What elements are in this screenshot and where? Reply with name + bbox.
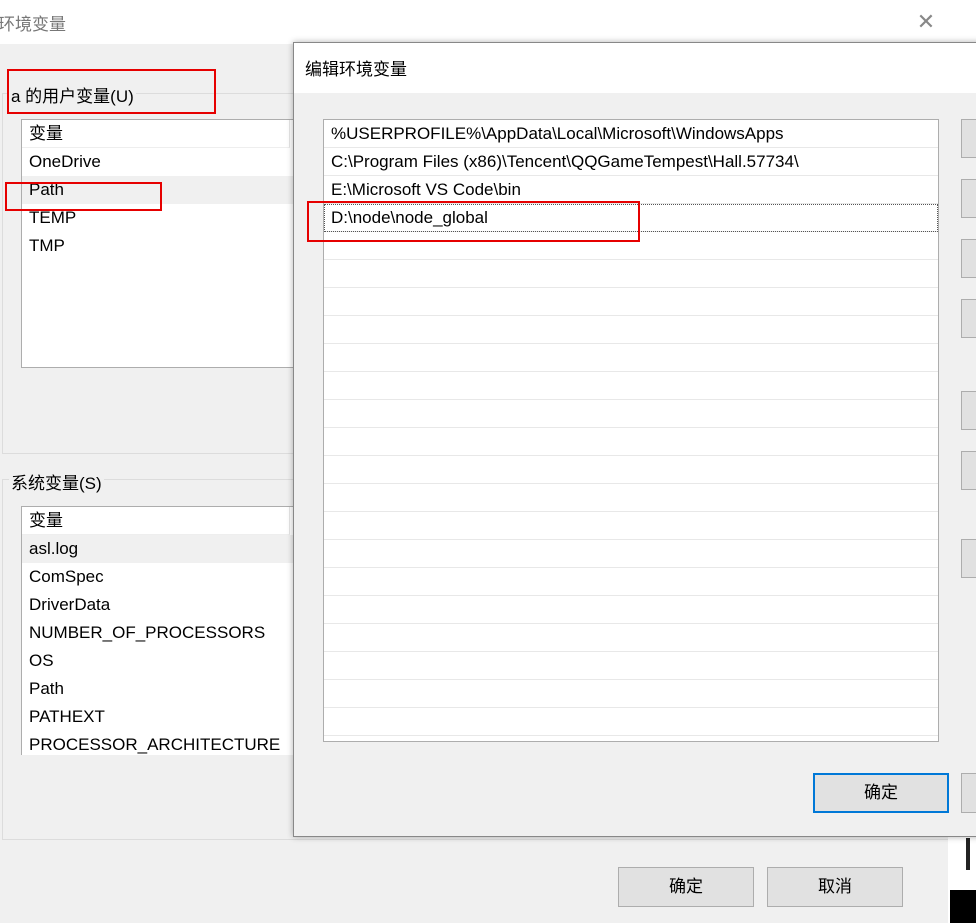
browse-button[interactable] [961, 239, 976, 278]
move-up-button[interactable] [961, 391, 976, 430]
list-item[interactable]: DriverData [22, 591, 320, 619]
title-bar: 编辑环境变量 [294, 43, 976, 93]
list-item[interactable]: OneDrive [22, 148, 320, 176]
background-mark [966, 838, 970, 870]
column-header-variable[interactable]: 变量 [22, 120, 290, 148]
list-item[interactable]: PATHEXT [22, 703, 320, 731]
edit-environment-variable-dialog: 编辑环境变量 %USERPROFILE%\AppData\Local\Micro… [293, 42, 976, 837]
list-item[interactable]: NUMBER_OF_PROCESSORS [22, 619, 320, 647]
dialog-title: 编辑环境变量 [305, 60, 407, 79]
list-item[interactable]: PROCESSOR_ARCHITECTURE [22, 731, 320, 755]
close-icon[interactable]: ✕ [912, 8, 940, 36]
list-item[interactable]: E:\Microsoft VS Code\bin [324, 176, 938, 204]
edit-button[interactable] [961, 179, 976, 218]
title-bar: 环境变量 [0, 0, 948, 44]
edit-text-button[interactable] [961, 539, 976, 578]
cancel-button[interactable]: 取消 [767, 867, 903, 907]
list-item[interactable]: asl.log [22, 535, 320, 563]
column-header-variable[interactable]: 变量 [22, 507, 290, 535]
list-item[interactable]: %USERPROFILE%\AppData\Local\Microsoft\Wi… [324, 120, 938, 148]
system-variables-label: 系统变量(S) [9, 469, 104, 494]
list-item[interactable]: OS [22, 647, 320, 675]
list-item[interactable]: ComSpec [22, 563, 320, 591]
list-item[interactable]: Path [22, 675, 320, 703]
annotation-box-user-variables [7, 69, 216, 114]
ok-button[interactable]: 确定 [618, 867, 754, 907]
ok-button[interactable]: 确定 [813, 773, 949, 813]
cancel-button[interactable] [961, 773, 976, 813]
terminal-fragment [950, 890, 976, 923]
list-item[interactable]: TMP [22, 232, 320, 260]
annotation-box-path [5, 182, 162, 211]
new-button[interactable] [961, 119, 976, 158]
move-down-button[interactable] [961, 451, 976, 490]
list-item[interactable]: C:\Program Files (x86)\Tencent\QQGameTem… [324, 148, 938, 176]
system-variables-list[interactable]: 变量 asl.log ComSpec DriverData NUMBER_OF_… [21, 506, 321, 755]
dialog-title: 环境变量 [0, 15, 66, 34]
user-variables-list[interactable]: 变量 OneDrive Path TEMP TMP [21, 119, 321, 368]
annotation-box-node-global [307, 201, 640, 242]
delete-button[interactable] [961, 299, 976, 338]
